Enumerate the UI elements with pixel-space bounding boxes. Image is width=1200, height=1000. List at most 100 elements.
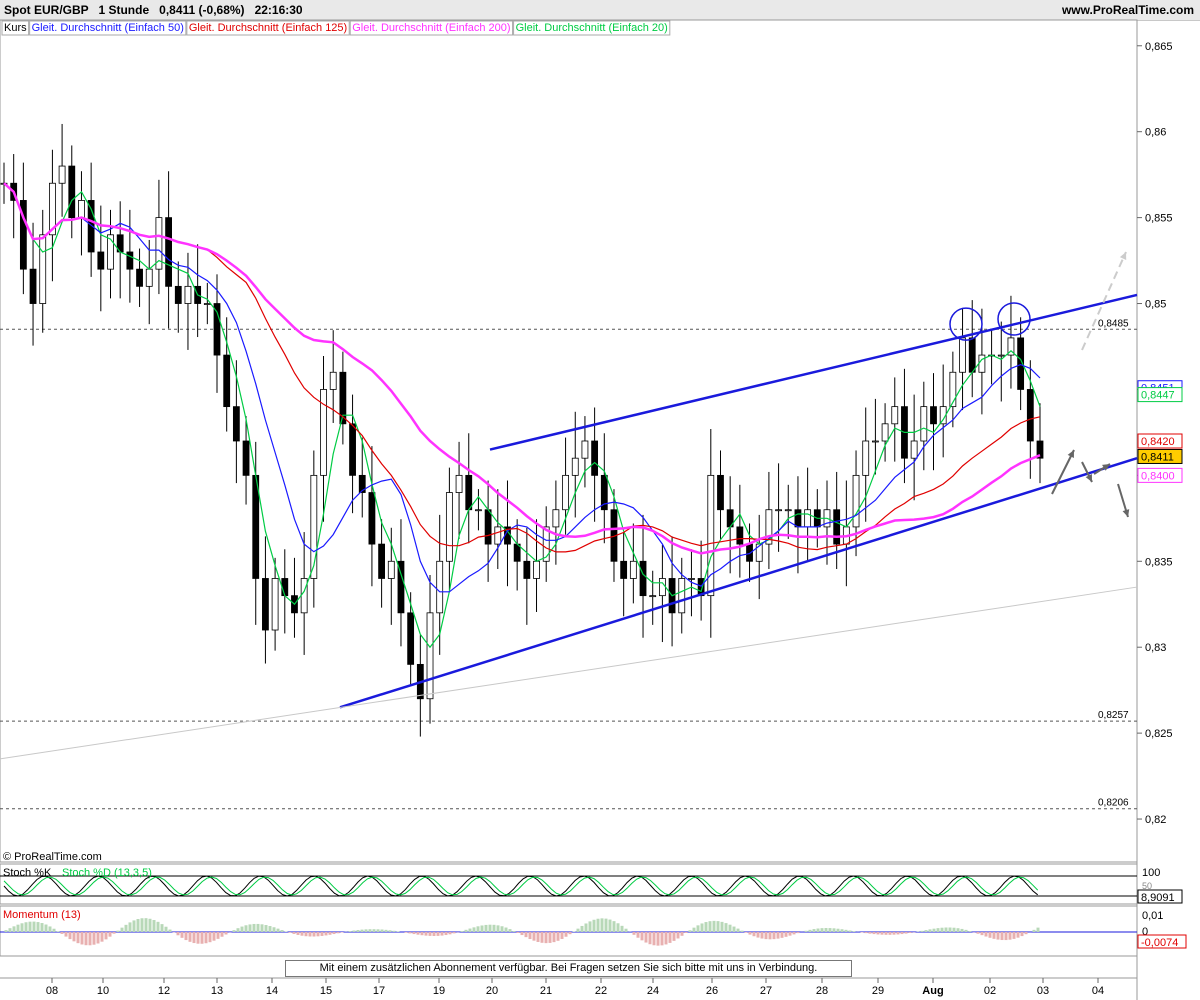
candle-body xyxy=(959,337,966,373)
time-tick-label: Aug xyxy=(922,985,943,997)
legend-item: Gleit. Durchschnitt (Einfach 20) xyxy=(516,22,668,34)
candle-body xyxy=(136,268,143,287)
time-tick-label: 22 xyxy=(595,985,607,997)
momentum-tick: 0,01 xyxy=(1142,910,1163,922)
candle-body xyxy=(174,285,182,304)
time-tick-label: 27 xyxy=(760,985,772,997)
candle-body xyxy=(445,492,453,562)
price-tick-label: 0,83 xyxy=(1145,642,1166,654)
price-tick-label: 0,835 xyxy=(1145,556,1173,568)
momentum-label: Momentum (13) xyxy=(3,909,81,921)
candle-body xyxy=(920,406,928,442)
price-tick-label: 0,825 xyxy=(1145,728,1173,740)
time-tick-label: 08 xyxy=(46,985,58,997)
candle-body xyxy=(1026,389,1034,442)
price-tick-label: 0,82 xyxy=(1145,814,1166,826)
candle-body xyxy=(407,612,415,665)
price-tag-label: 0,8447 xyxy=(1141,390,1175,402)
price-tag-label: 0,8420 xyxy=(1141,436,1175,448)
candle-body xyxy=(649,595,657,598)
time-tick-label: 03 xyxy=(1037,985,1049,997)
candle-body xyxy=(494,526,502,545)
candle-body xyxy=(29,268,37,304)
time-tick-label: 15 xyxy=(320,985,332,997)
price-chart[interactable]: Kurs Gleit. Durchschnitt (Einfach 50) Glei… xyxy=(0,0,1200,1000)
candle-body xyxy=(775,509,782,512)
candle-body xyxy=(881,423,889,442)
momentum-value: -0,0074 xyxy=(1141,937,1178,949)
time-tick-label: 13 xyxy=(211,985,223,997)
candle-body xyxy=(242,440,250,476)
time-tick-label: 21 xyxy=(540,985,552,997)
candle-body xyxy=(262,578,269,631)
level-label: 0,8257 xyxy=(1098,710,1129,721)
candle-body xyxy=(465,474,473,511)
time-tick-label: 10 xyxy=(97,985,109,997)
candle-body xyxy=(455,474,463,493)
candle-body xyxy=(533,560,540,579)
stoch-value: 8,9091 xyxy=(1141,892,1175,904)
stoch-d-label: Stoch %D (13,3,5) xyxy=(62,867,152,879)
candle-body xyxy=(784,509,792,512)
candle-body xyxy=(552,509,560,528)
candle-body xyxy=(97,251,105,270)
price-tick-label: 0,855 xyxy=(1145,213,1173,225)
candle-body xyxy=(736,526,744,545)
candle-body xyxy=(387,560,395,579)
candle-body xyxy=(78,200,85,219)
candle-body xyxy=(203,303,211,305)
candle-body xyxy=(68,165,76,219)
candle-body xyxy=(910,440,918,459)
candle-body xyxy=(349,423,356,476)
subscription-notice[interactable]: Mit einem zusätzlichen Abonnement verfüg… xyxy=(285,960,852,977)
time-tick-label: 17 xyxy=(373,985,385,997)
legend-item: Gleit. Durchschnitt (Einfach 200) xyxy=(352,22,510,34)
stoch-tick: 100 xyxy=(1142,867,1160,879)
time-tick-label: 02 xyxy=(984,985,996,997)
candle-body xyxy=(872,440,879,443)
level-label: 0,8206 xyxy=(1098,798,1129,809)
time-tick-label: 29 xyxy=(872,985,884,997)
candle-body xyxy=(862,440,870,476)
candle-body xyxy=(126,251,134,270)
candle-body xyxy=(58,165,66,184)
candle-body xyxy=(794,509,802,528)
time-tick-label: 20 xyxy=(486,985,498,997)
candle-body xyxy=(426,612,434,700)
price-tag-label: 0,8400 xyxy=(1141,470,1175,482)
candle-body xyxy=(281,578,289,597)
candle-body xyxy=(678,578,686,614)
candle-body xyxy=(145,268,153,287)
candle-body xyxy=(475,509,482,512)
level-label: 0,8485 xyxy=(1098,318,1129,329)
time-tick-label: 24 xyxy=(647,985,659,997)
candle-body xyxy=(184,285,192,304)
candle-body xyxy=(891,406,899,425)
candle-body xyxy=(997,354,1005,357)
candle-body xyxy=(658,578,666,597)
candle-body xyxy=(688,578,695,580)
copyright: © ProRealTime.com xyxy=(3,851,102,863)
candle-body xyxy=(591,440,599,476)
stoch-panel xyxy=(0,863,1138,905)
candle-body xyxy=(165,217,172,287)
time-tick-label: 14 xyxy=(266,985,278,997)
candle-body xyxy=(968,337,976,373)
candle-body xyxy=(629,560,637,579)
time-tick-label: 04 xyxy=(1092,985,1104,997)
price-tick-label: 0,85 xyxy=(1145,299,1166,311)
time-tick-label: 28 xyxy=(816,985,828,997)
candle-body xyxy=(223,354,231,408)
legend-item: Kurs xyxy=(4,22,27,34)
candle-body xyxy=(620,560,628,579)
candle-body xyxy=(484,509,492,545)
time-tick-label: 26 xyxy=(706,985,718,997)
time-tick-label: 12 xyxy=(158,985,170,997)
candle-body xyxy=(746,543,753,562)
candle-body xyxy=(562,474,569,511)
candle-body xyxy=(717,474,724,511)
candle-body xyxy=(329,371,337,390)
candle-body xyxy=(639,560,647,597)
candle-body xyxy=(436,560,444,614)
candle-body xyxy=(852,474,860,528)
